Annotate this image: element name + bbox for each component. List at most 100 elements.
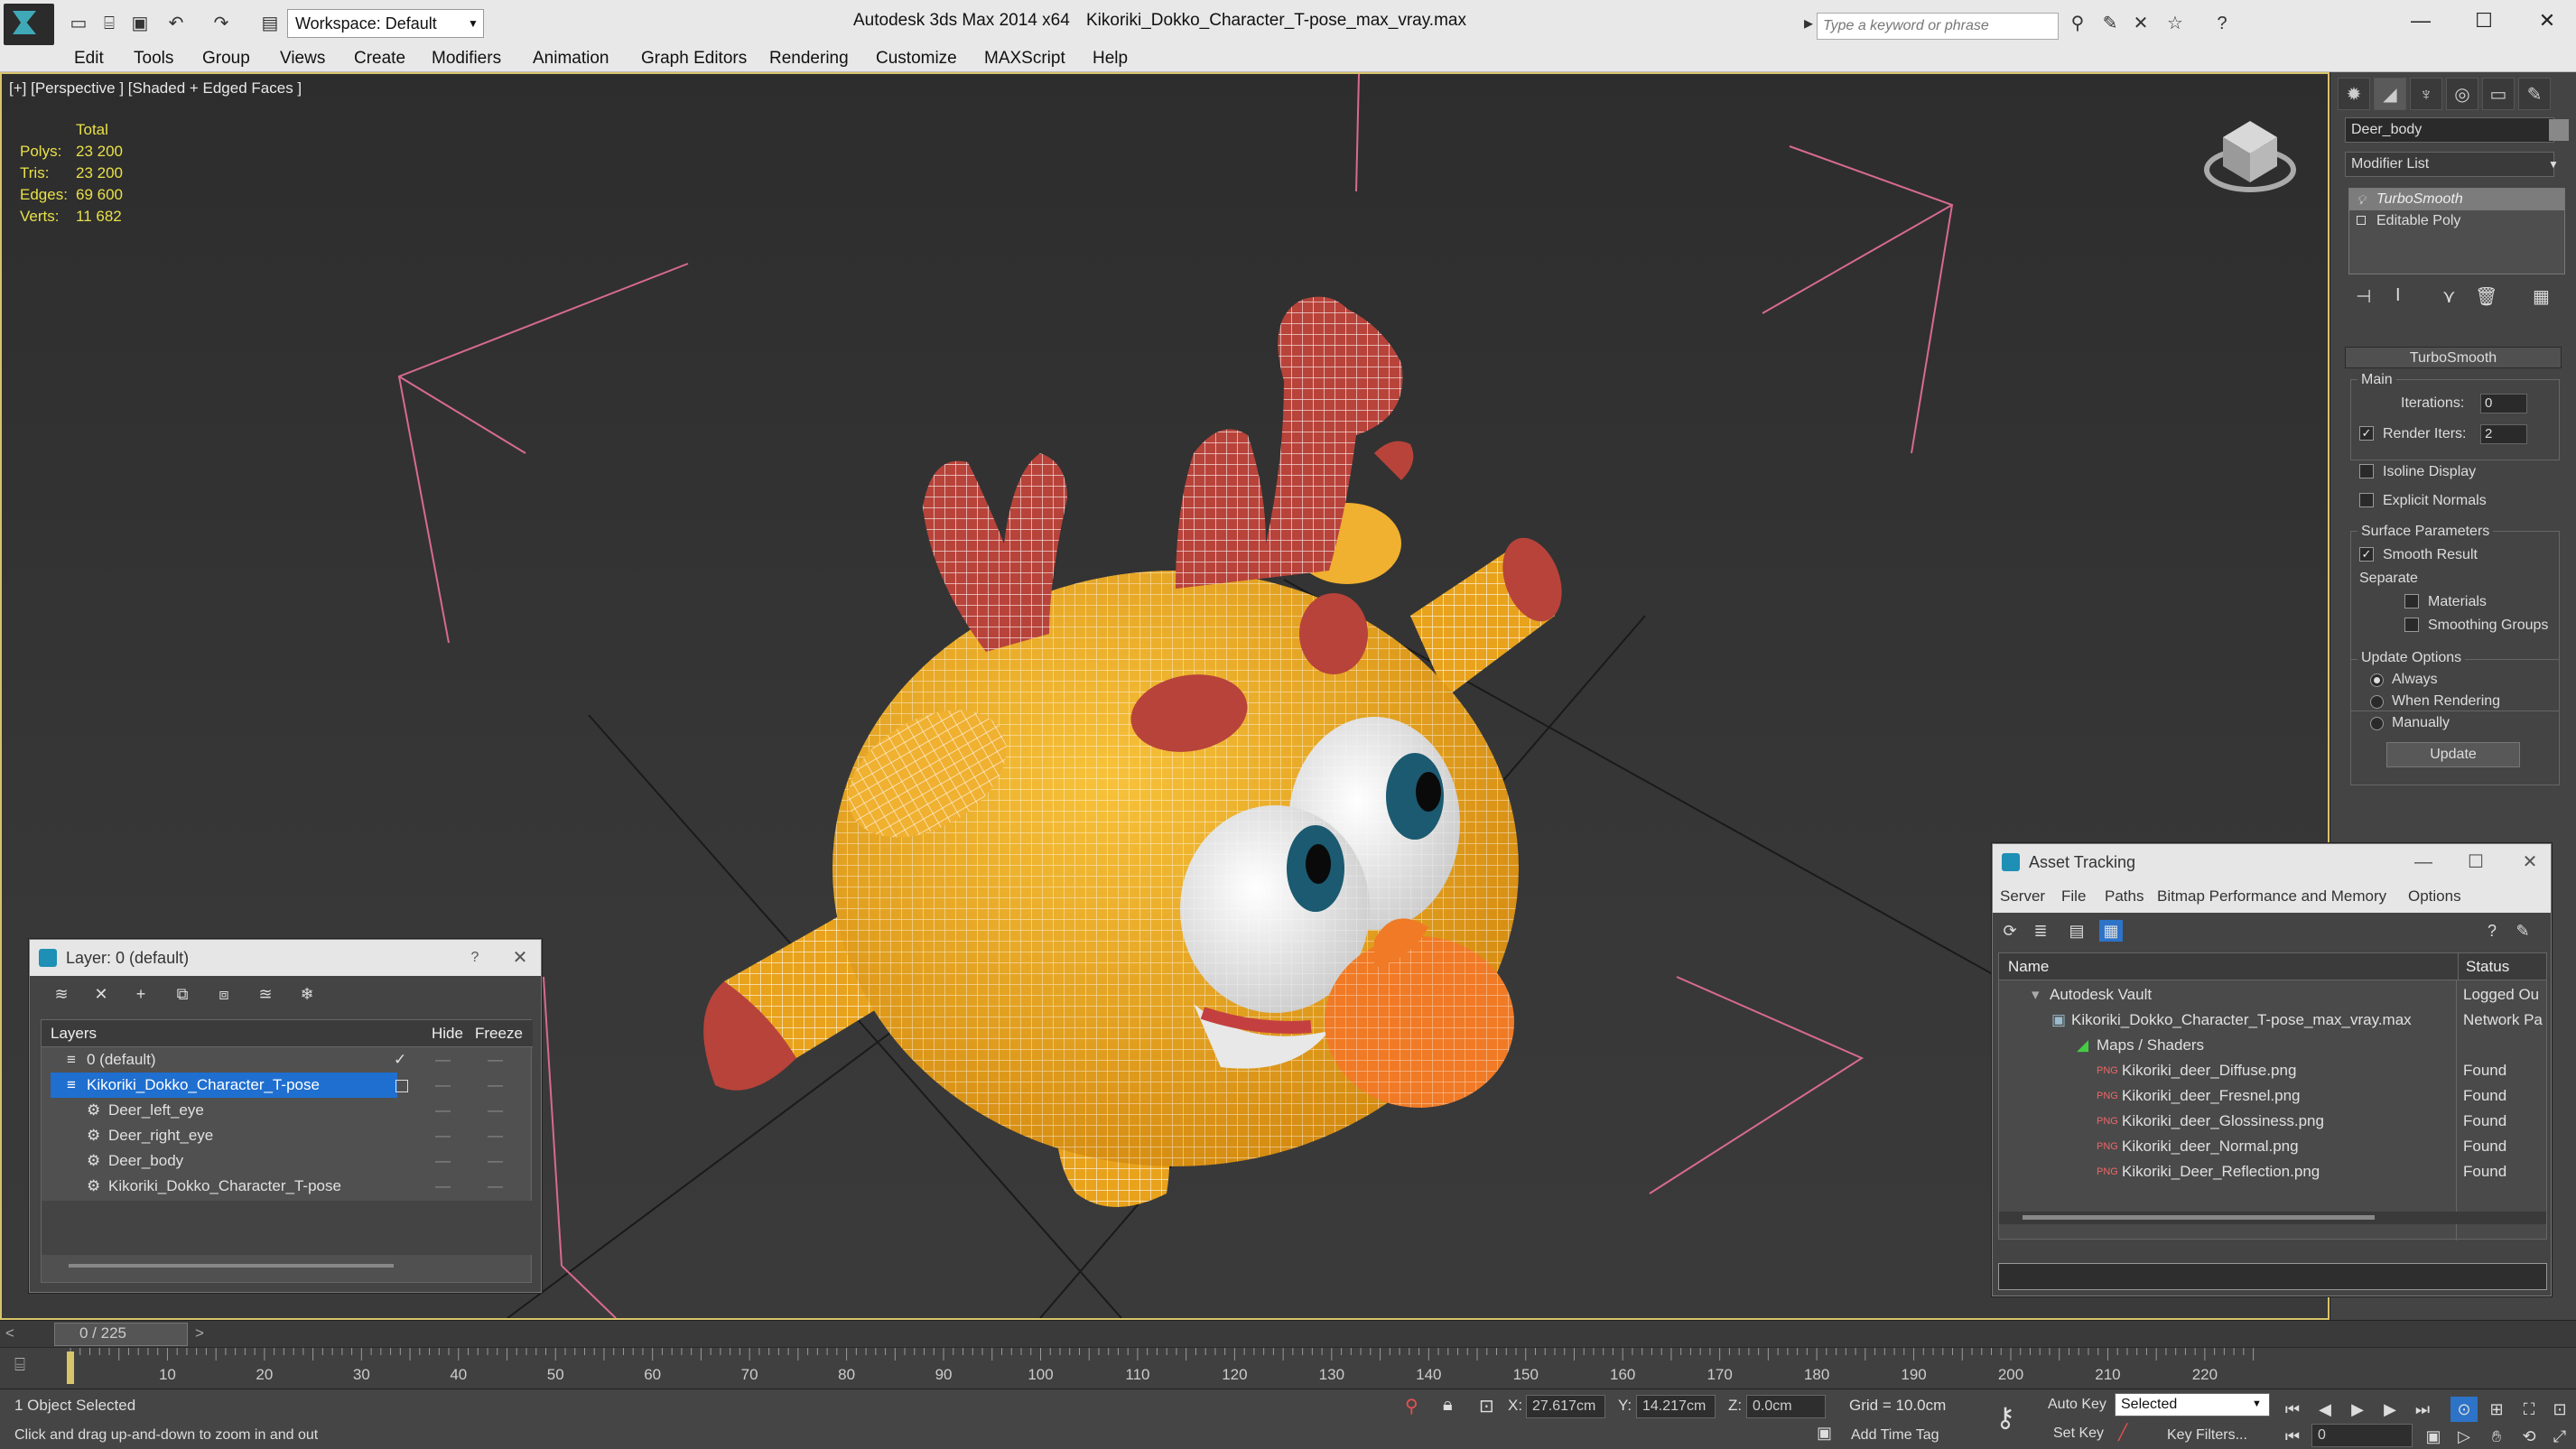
display-tab-icon[interactable]: ▭	[2482, 78, 2515, 110]
materials-checkbox[interactable]	[2404, 594, 2419, 608]
viewcube[interactable]	[2204, 121, 2296, 192]
menu-tools[interactable]: Tools	[134, 49, 173, 69]
asset-row[interactable]: PNG Kikoriki_deer_Fresnel.png Found	[1999, 1083, 2546, 1109]
isoline-display-checkbox[interactable]	[2359, 464, 2374, 478]
freeze-toggle[interactable]: —	[479, 1073, 503, 1098]
current-frame-field[interactable]: 0	[2311, 1424, 2413, 1447]
layer-row[interactable]: ⚙ Deer_body — —	[42, 1148, 533, 1174]
menu-create[interactable]: Create	[354, 49, 405, 69]
layer-list[interactable]: Layers Hide Freeze ≡ 0 (default) ✓ — — ≡…	[41, 1019, 533, 1283]
new-file-icon[interactable]: ▭	[67, 13, 90, 34]
orbit-icon[interactable]: ⟲	[2516, 1424, 2543, 1449]
deer-character-model[interactable]	[703, 296, 1572, 1207]
menu-edit[interactable]: Edit	[74, 49, 104, 69]
asset-row[interactable]: PNG Kikoriki_deer_Glossiness.png Found	[1999, 1109, 2546, 1134]
render-iters-spinner[interactable]: 2	[2480, 424, 2527, 444]
iterations-spinner[interactable]: 0	[2480, 394, 2527, 413]
minimize-icon[interactable]: —	[2398, 5, 2443, 36]
hide-column-header[interactable]: Hide	[432, 1020, 463, 1047]
object-name-field[interactable]: Deer_body	[2345, 117, 2554, 143]
horizontal-scrollbar[interactable]	[69, 1264, 394, 1268]
layer-row[interactable]: ⚙ Deer_right_eye — —	[42, 1123, 533, 1148]
freeze-column-header[interactable]: Freeze	[475, 1020, 523, 1047]
modifier-list-dropdown[interactable]: Modifier List	[2345, 152, 2554, 177]
zoom-extents-icon[interactable]: ⛶	[2516, 1397, 2543, 1422]
utilities-tab-icon[interactable]: ✎	[2518, 78, 2551, 110]
field-of-view-icon[interactable]: ▷	[2450, 1424, 2478, 1449]
z-coordinate-field[interactable]: 0.0cm	[1746, 1395, 1826, 1418]
minimize-icon[interactable]: —	[2403, 844, 2444, 880]
go-to-start-icon[interactable]: ⏮	[2279, 1397, 2306, 1422]
play-icon[interactable]: ▶︎	[2344, 1397, 2371, 1422]
favorites-star-icon[interactable]: ☆	[2163, 13, 2187, 34]
highlight-layer-icon[interactable]: ⧈	[212, 983, 236, 1005]
freeze-toggle[interactable]: —	[488, 1047, 503, 1073]
previous-frame-icon[interactable]: <	[5, 1324, 14, 1342]
time-configuration-icon[interactable]: ▣	[2420, 1424, 2447, 1449]
menu-animation[interactable]: Animation	[533, 49, 609, 69]
table-view-icon[interactable]: ▦	[2099, 920, 2123, 942]
list-view-icon[interactable]: ≣	[2029, 920, 2052, 942]
maximize-toggle-icon[interactable]: ⤢	[2546, 1424, 2573, 1449]
set-key-button[interactable]: Set Key	[2053, 1426, 2104, 1442]
explicit-normals-checkbox[interactable]	[2359, 493, 2374, 507]
help-button[interactable]: ?	[454, 940, 496, 976]
layer-row[interactable]: ⚙ Kikoriki_Dokko_Character_T-pose — —	[42, 1174, 533, 1199]
hierarchy-tab-icon[interactable]: ♆	[2410, 78, 2442, 110]
asset-row[interactable]: PNG Kikoriki_Deer_Reflection.png Found	[1999, 1159, 2546, 1184]
layer-dialog-titlebar[interactable]: Layer: 0 (default) ? ✕	[30, 940, 541, 976]
layer-row[interactable]: ≡ 0 (default) ✓ — —	[42, 1047, 533, 1073]
name-column-header[interactable]: Name	[2008, 953, 2049, 980]
menu-customize[interactable]: Customize	[876, 49, 957, 69]
asset-row[interactable]: PNG Kikoriki_deer_Diffuse.png Found	[1999, 1058, 2546, 1083]
asset-menu-options[interactable]: Options	[2408, 887, 2461, 906]
key-icon[interactable]: ⚷	[1995, 1402, 2015, 1434]
menu-modifiers[interactable]: Modifiers	[432, 49, 501, 69]
asset-path-field[interactable]	[1998, 1263, 2547, 1290]
modify-tab-icon[interactable]: ◢	[2374, 78, 2406, 110]
hide-toggle[interactable]: —	[435, 1047, 451, 1073]
modifier-stack[interactable]: 💡︎ TurboSmooth Editable Poly	[2348, 188, 2565, 274]
object-color-swatch[interactable]	[2549, 119, 2569, 141]
hide-all-icon[interactable]: ≊	[254, 983, 277, 1005]
expand-icon[interactable]	[2357, 216, 2366, 225]
smoothing-groups-checkbox[interactable]	[2404, 618, 2419, 632]
time-tag-icon[interactable]: ▣	[1817, 1424, 1832, 1443]
communication-icon[interactable]: ✕	[2129, 13, 2153, 34]
when-rendering-radio[interactable]	[2370, 695, 2384, 709]
redo-icon[interactable]: ↷	[209, 13, 233, 34]
binoculars-icon[interactable]: ⚲	[2066, 13, 2089, 34]
asset-menu-paths[interactable]: Paths	[2105, 887, 2144, 906]
close-icon[interactable]: ✕	[2525, 5, 2570, 36]
highlight-icon[interactable]: ✎	[2511, 920, 2534, 942]
status-column-header[interactable]: Status	[2458, 953, 2509, 980]
pan-icon[interactable]: ✋︎	[2483, 1424, 2510, 1449]
next-key-icon[interactable]: ▶︎	[2376, 1397, 2404, 1422]
motion-tab-icon[interactable]: ◎	[2446, 78, 2478, 110]
close-icon[interactable]: ✕	[2509, 844, 2551, 880]
configure-sets-icon[interactable]: ▦	[2533, 285, 2550, 308]
go-to-end-icon[interactable]: ⏭	[2409, 1397, 2436, 1422]
stack-item-editable-poly[interactable]: Editable Poly	[2349, 210, 2564, 232]
maximize-icon[interactable]: ☐	[2455, 844, 2497, 880]
show-end-result-icon[interactable]: I	[2395, 285, 2401, 306]
layer-row[interactable]: ⚙ Deer_left_eye — —	[42, 1098, 533, 1123]
save-file-icon[interactable]: ▣	[128, 13, 152, 34]
remove-modifier-icon[interactable]: 🗑︎	[2475, 285, 2497, 308]
asset-row[interactable]: ▣ Kikoriki_Dokko_Character_T-pose_max_vr…	[1999, 1008, 2546, 1033]
asset-menu-file[interactable]: File	[2061, 887, 2086, 906]
select-objects-icon[interactable]: ⧉	[171, 983, 194, 1005]
menu-maxscript[interactable]: MAXScript	[984, 49, 1065, 69]
lock-icon[interactable]: 🔒︎	[1443, 1395, 1453, 1416]
tree-view-icon[interactable]: ▤	[2065, 920, 2088, 942]
isolate-selection-icon[interactable]: ⚲	[1405, 1395, 1418, 1417]
y-coordinate-field[interactable]: 14.217cm	[1636, 1395, 1716, 1418]
turbosmooth-rollout-title[interactable]: TurboSmooth	[2345, 347, 2562, 368]
key-filters-button[interactable]: Key Filters...	[2167, 1427, 2247, 1444]
stack-item-turbosmooth[interactable]: 💡︎ TurboSmooth	[2349, 189, 2564, 210]
set-active-checkbox[interactable]	[395, 1080, 408, 1092]
key-set-dropdown[interactable]: Selected	[2115, 1393, 2270, 1416]
update-button[interactable]: Update	[2386, 742, 2520, 767]
asset-row[interactable]: ▾ Autodesk Vault Logged Ou	[1999, 982, 2546, 1008]
previous-key-icon[interactable]: ◀︎	[2311, 1397, 2339, 1422]
